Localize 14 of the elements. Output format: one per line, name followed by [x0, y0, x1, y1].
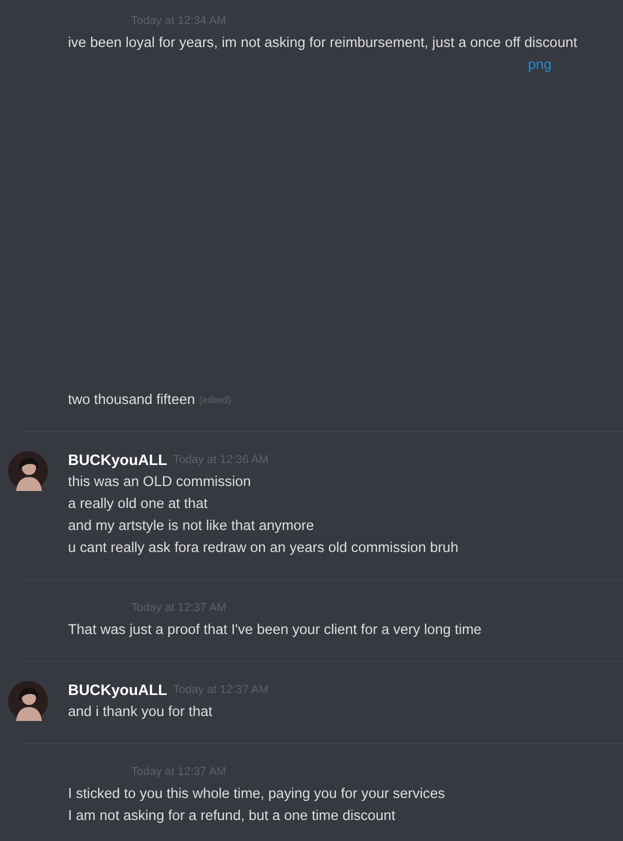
message-text: I am not asking for a refund, but a one time discount — [68, 807, 396, 826]
message-text: ive been loyal for years, im not asking for reimbursement, just a once off discount — [68, 34, 578, 54]
message-text: a really old one at that — [68, 495, 208, 514]
message-text: I sticked to you this whole time, paying you for your services — [68, 785, 445, 804]
author-name[interactable]: BUCKyouALL — [68, 680, 168, 702]
avatar[interactable] — [8, 451, 48, 491]
message-text: and i thank you for that — [68, 703, 212, 722]
message-text: u cant really ask fora redraw on an years old commission bruh — [68, 539, 458, 558]
message-text: That was just a proof that I've been your client for a very long time — [68, 621, 482, 640]
message-text: this was an OLD commission — [68, 473, 251, 492]
avatar[interactable] — [8, 681, 48, 721]
message-text: two thousand fifteen — [68, 391, 195, 410]
author-name[interactable]: BUCKyouALL — [68, 450, 168, 472]
message-text: and my artstyle is not like that anymore — [68, 517, 314, 536]
